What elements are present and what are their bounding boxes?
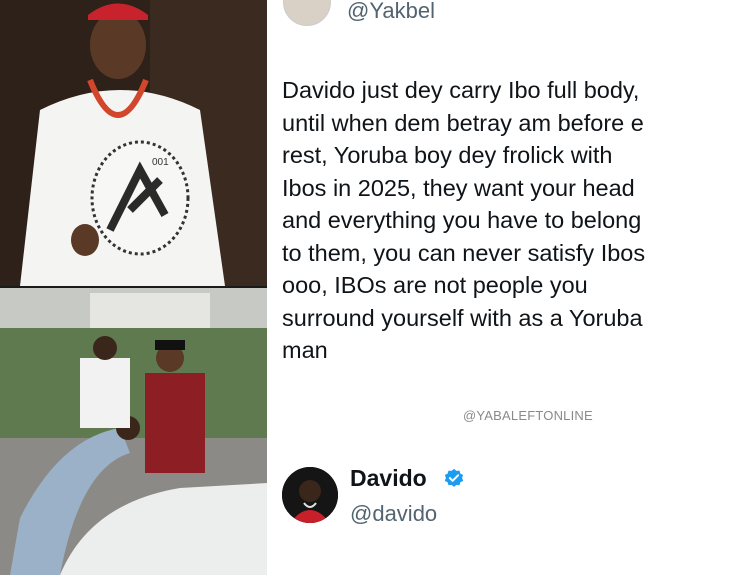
reply-author-handle[interactable]: @davido bbox=[350, 501, 437, 527]
davido-bowing-photo bbox=[0, 288, 267, 575]
street-scene-illustration bbox=[0, 288, 267, 575]
reply-author-name[interactable]: Davido bbox=[350, 465, 427, 492]
avatar-illustration bbox=[282, 467, 338, 523]
davido-avatar[interactable] bbox=[282, 467, 338, 523]
tweet-text: Davido just dey carry Ibo full body, unt… bbox=[282, 77, 646, 363]
author-handle[interactable]: @Yakbel bbox=[347, 0, 435, 24]
davido-portrait-photo: 001 bbox=[0, 0, 267, 286]
photo-collage: 001 bbox=[0, 0, 267, 575]
portrait-illustration: 001 bbox=[0, 0, 267, 286]
verified-badge-icon bbox=[444, 468, 464, 487]
avatar[interactable] bbox=[283, 0, 331, 26]
fan-number: 001 bbox=[152, 157, 169, 168]
tweet-screenshot: @Yakbel Davido just dey carry Ibo full b… bbox=[267, 0, 750, 575]
watermark: @YABALEFTONLINE bbox=[463, 408, 593, 423]
